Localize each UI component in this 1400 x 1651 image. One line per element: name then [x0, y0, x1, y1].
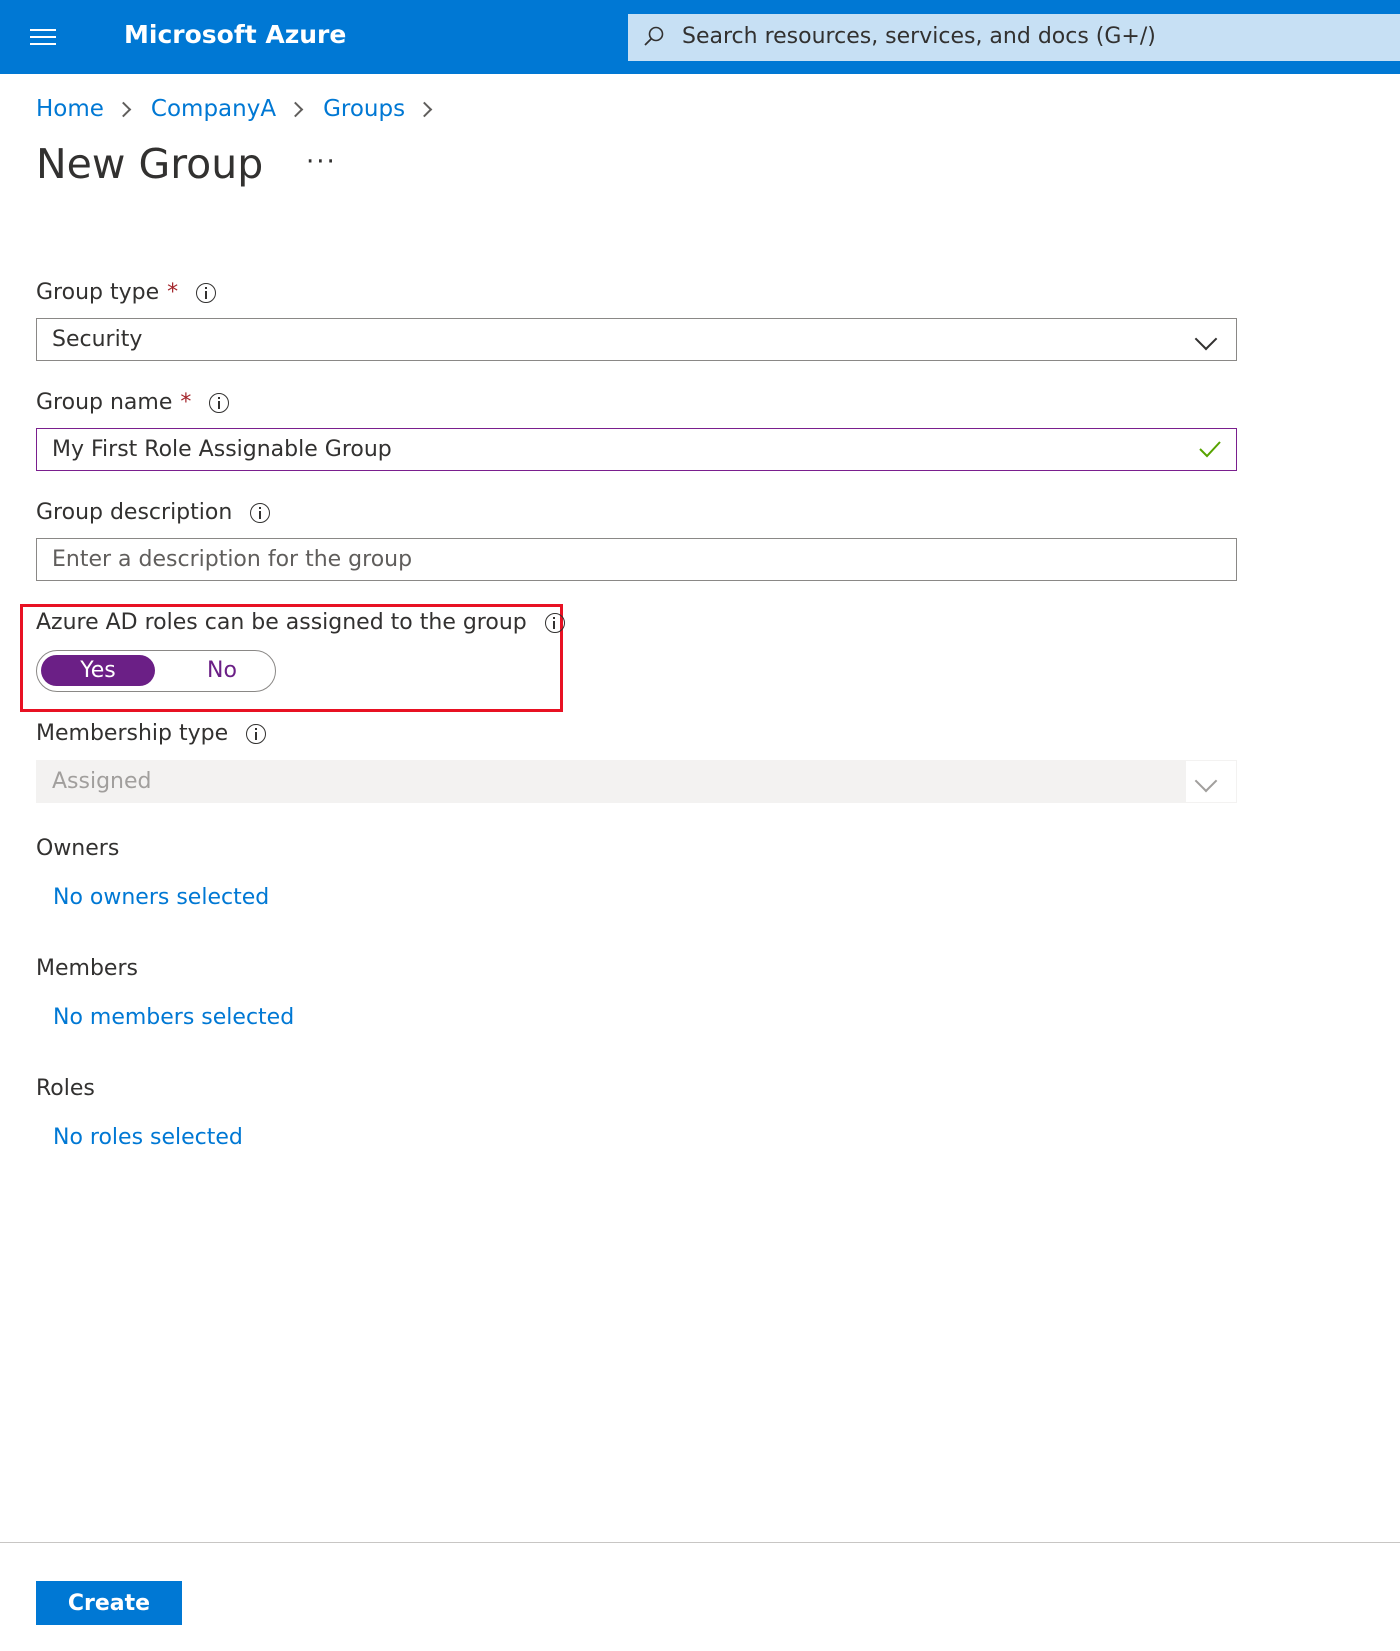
owners-label-text: Owners: [36, 836, 120, 861]
azure-ad-roles-label-text: Azure AD roles can be assigned to the gr…: [36, 610, 527, 635]
info-icon[interactable]: [544, 612, 565, 633]
group-name-value: My First Role Assignable Group: [52, 437, 392, 462]
search-placeholder[interactable]: Search resources, services, and docs (G+…: [682, 24, 1156, 49]
breadcrumb-companya[interactable]: CompanyA: [151, 96, 276, 122]
create-button[interactable]: Create: [36, 1581, 182, 1625]
required-marker: *: [167, 280, 179, 305]
group-type-dropdown[interactable]: Security: [36, 318, 1237, 361]
top-bar: Microsoft Azure Search resources, servic…: [0, 0, 1400, 74]
brand-title[interactable]: Microsoft Azure: [124, 20, 346, 49]
breadcrumb: Home CompanyA Groups: [36, 92, 452, 126]
members-label: Members: [36, 956, 138, 981]
members-label-text: Members: [36, 956, 138, 981]
required-marker: *: [180, 390, 192, 415]
info-icon[interactable]: [196, 282, 217, 303]
hamburger-menu-icon[interactable]: [30, 27, 58, 47]
toggle-no-option[interactable]: No: [197, 655, 247, 686]
info-icon[interactable]: [209, 392, 230, 413]
azure-ad-roles-toggle[interactable]: Yes No: [36, 650, 276, 692]
chevron-down-icon: [1194, 327, 1218, 351]
search-icon: [644, 26, 664, 46]
roles-label-text: Roles: [36, 1076, 95, 1101]
membership-type-value: Assigned: [52, 769, 152, 794]
chevron-right-icon: [416, 101, 433, 117]
group-description-label: Group description: [36, 500, 271, 525]
group-name-label: Group name *: [36, 390, 230, 415]
azure-ad-roles-label: Azure AD roles can be assigned to the gr…: [36, 610, 565, 635]
members-link[interactable]: No members selected: [53, 1005, 294, 1030]
group-description-placeholder: Enter a description for the group: [52, 547, 413, 572]
group-description-label-text: Group description: [36, 500, 233, 525]
toggle-yes-option[interactable]: Yes: [41, 655, 155, 686]
global-search-box[interactable]: Search resources, services, and docs (G+…: [628, 14, 1400, 61]
info-icon[interactable]: [250, 502, 271, 523]
checkmark-icon: [1199, 441, 1221, 458]
membership-type-label: Membership type: [36, 721, 267, 746]
page-title: New Group: [36, 140, 264, 188]
group-type-label-text: Group type: [36, 280, 160, 305]
owners-link[interactable]: No owners selected: [53, 885, 269, 910]
more-options-icon[interactable]: ···: [306, 147, 337, 177]
breadcrumb-home[interactable]: Home: [36, 96, 104, 122]
group-type-label: Group type *: [36, 280, 217, 305]
membership-type-dropdown: Assigned: [36, 760, 1237, 803]
owners-label: Owners: [36, 836, 119, 861]
membership-type-label-text: Membership type: [36, 721, 229, 746]
group-name-label-text: Group name: [36, 390, 173, 415]
info-icon[interactable]: [246, 723, 267, 744]
breadcrumb-groups[interactable]: Groups: [323, 96, 405, 122]
group-description-input[interactable]: Enter a description for the group: [36, 538, 1237, 581]
group-name-input[interactable]: My First Role Assignable Group: [36, 428, 1237, 471]
group-type-value: Security: [52, 327, 143, 352]
footer-divider: [0, 1542, 1400, 1543]
roles-label: Roles: [36, 1076, 95, 1101]
chevron-right-icon: [287, 101, 304, 117]
chevron-right-icon: [115, 101, 132, 117]
roles-link[interactable]: No roles selected: [53, 1125, 243, 1150]
